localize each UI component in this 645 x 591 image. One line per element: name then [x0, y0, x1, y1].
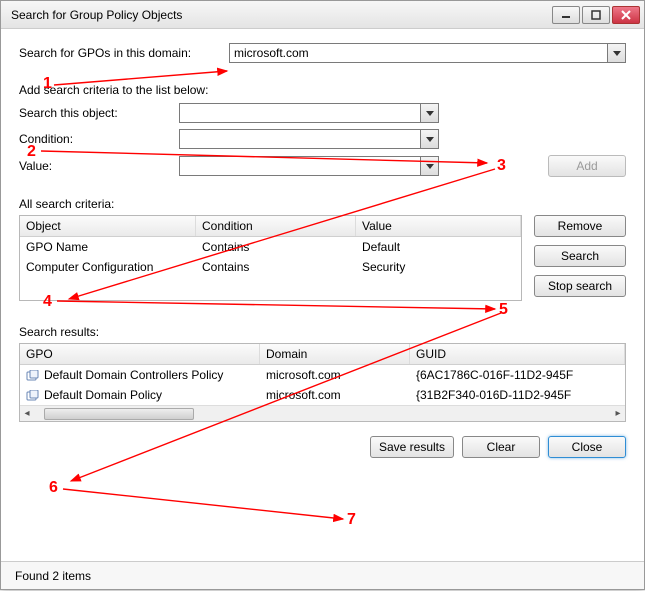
window-frame: Search for Group Policy Objects Search f…: [0, 0, 645, 590]
table-row[interactable]: GPO Name Contains Default: [20, 237, 521, 257]
domain-label: Search for GPOs in this domain:: [19, 46, 229, 60]
status-text: Found 2 items: [15, 569, 91, 583]
scroll-thumb[interactable]: [44, 408, 194, 420]
criteria-grid[interactable]: Object Condition Value GPO Name Contains…: [19, 215, 522, 301]
search-object-label: Search this object:: [19, 106, 179, 120]
col-value[interactable]: Value: [356, 216, 521, 236]
col-gpo[interactable]: GPO: [20, 344, 260, 364]
chevron-down-icon: [420, 104, 438, 122]
table-row[interactable]: Computer Configuration Contains Security: [20, 257, 521, 277]
value-label: Value:: [19, 159, 179, 173]
maximize-button[interactable]: [582, 6, 610, 24]
col-guid[interactable]: GUID: [410, 344, 625, 364]
search-object-combo[interactable]: [179, 103, 439, 123]
gpo-icon: [26, 370, 40, 382]
scroll-left-icon[interactable]: ◂: [20, 408, 34, 419]
dialog-body: Search for GPOs in this domain: microsof…: [1, 29, 644, 561]
minimize-button[interactable]: [552, 6, 580, 24]
domain-value: microsoft.com: [234, 46, 309, 60]
condition-label: Condition:: [19, 132, 179, 146]
chevron-down-icon: [420, 130, 438, 148]
results-header: Search results:: [19, 325, 626, 339]
stop-search-button[interactable]: Stop search: [534, 275, 626, 297]
scroll-right-icon[interactable]: ▸: [611, 408, 625, 419]
titlebar: Search for Group Policy Objects: [1, 1, 644, 29]
gpo-icon: [26, 390, 40, 402]
add-button[interactable]: Add: [548, 155, 626, 177]
domain-combo[interactable]: microsoft.com: [229, 43, 626, 63]
save-results-button[interactable]: Save results: [370, 436, 454, 458]
table-row[interactable]: Default Domain Controllers Policy micros…: [20, 365, 625, 385]
close-button[interactable]: Close: [548, 436, 626, 458]
close-window-button[interactable]: [612, 6, 640, 24]
remove-button[interactable]: Remove: [534, 215, 626, 237]
results-grid[interactable]: GPO Domain GUID Default Domain Controlle…: [19, 343, 626, 422]
table-row[interactable]: Default Domain Policy microsoft.com {31B…: [20, 385, 625, 405]
statusbar: Found 2 items: [1, 561, 644, 589]
col-domain[interactable]: Domain: [260, 344, 410, 364]
window-title: Search for Group Policy Objects: [11, 8, 550, 22]
chevron-down-icon: [607, 44, 625, 62]
search-button[interactable]: Search: [534, 245, 626, 267]
clear-button[interactable]: Clear: [462, 436, 540, 458]
col-object[interactable]: Object: [20, 216, 196, 236]
criteria-intro: Add search criteria to the list below:: [19, 83, 626, 97]
horizontal-scrollbar[interactable]: ◂ ▸: [20, 405, 625, 421]
value-combo[interactable]: [179, 156, 439, 176]
criteria-header: All search criteria:: [19, 197, 626, 211]
condition-combo[interactable]: [179, 129, 439, 149]
chevron-down-icon: [420, 157, 438, 175]
col-condition[interactable]: Condition: [196, 216, 356, 236]
